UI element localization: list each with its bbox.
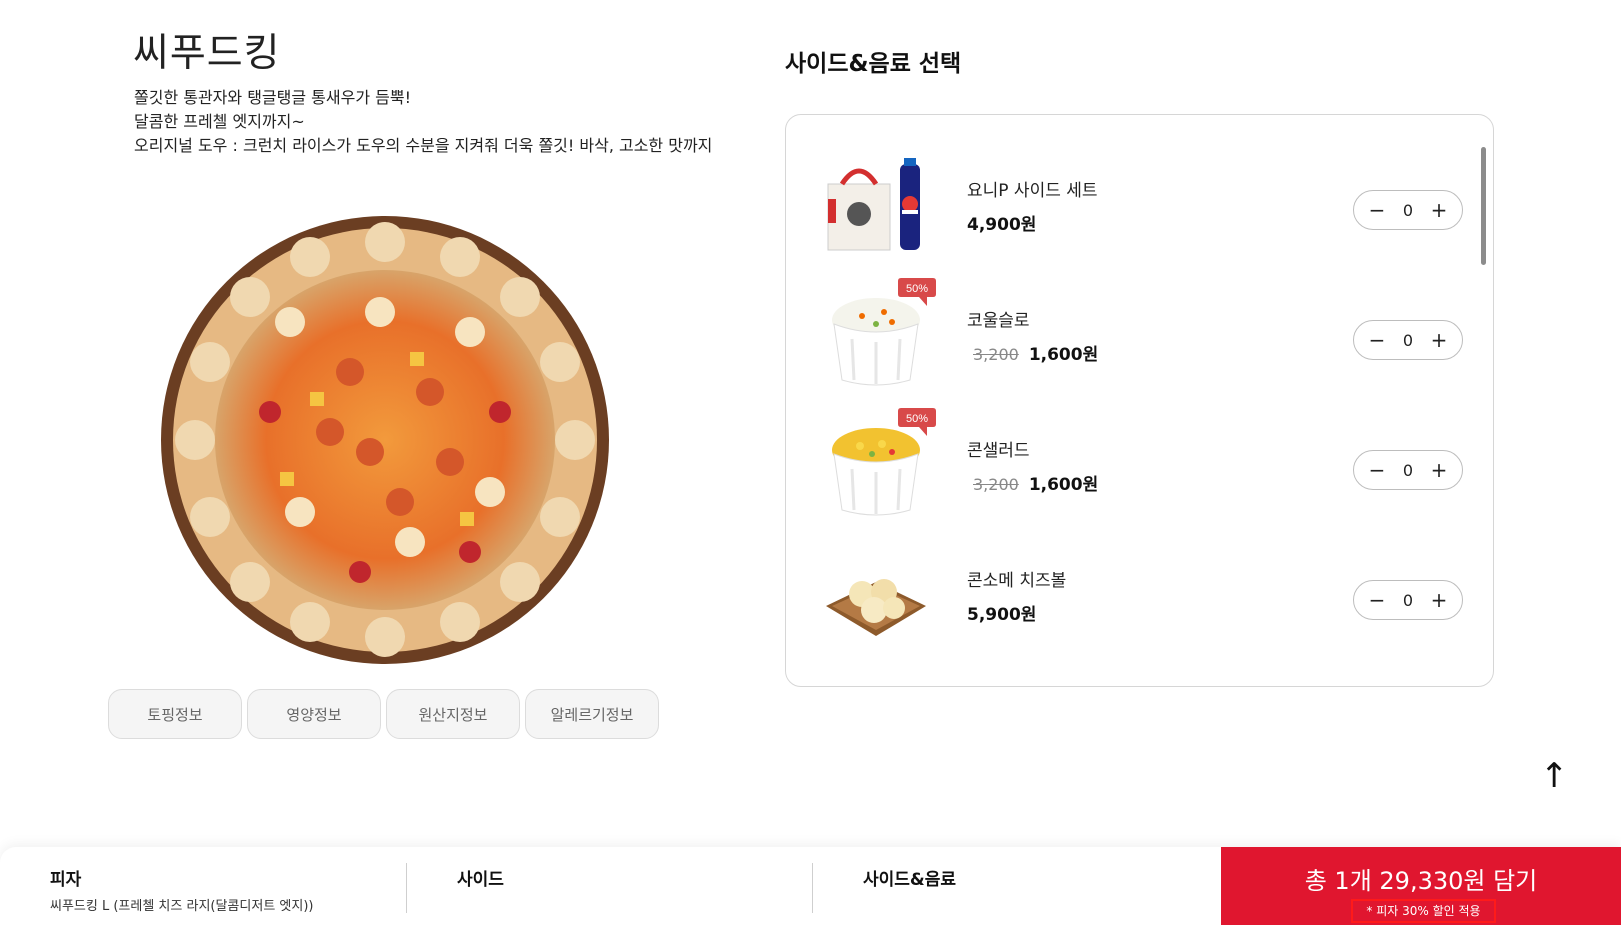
- side-item: 콘소메 치즈볼 5,900원 − 0 +: [786, 544, 1493, 654]
- cart-total-label: 총 1개 29,330원 담기: [1304, 867, 1538, 895]
- discount-badge-text: 50%: [906, 413, 928, 425]
- origin-info-button[interactable]: 원산지정보: [386, 689, 520, 739]
- topping-info-button[interactable]: 토핑정보: [108, 689, 242, 739]
- side-item-name: 코울슬로: [967, 311, 1030, 331]
- side-item-price-row: 4,900원: [967, 210, 1036, 235]
- pizza-description-line: 달콤한 프레첼 엣지까지~: [134, 112, 305, 131]
- quantity-stepper: − 0 +: [1353, 190, 1463, 230]
- side-item-price-row: 3,200 1,600원: [967, 470, 1098, 495]
- plus-button[interactable]: +: [1430, 590, 1448, 610]
- side-section-title: 사이드&음료 선택: [785, 51, 962, 77]
- discount-badge-icon: 50%: [898, 278, 936, 306]
- scroll-to-top-arrow-icon[interactable]: ↑: [1540, 756, 1569, 796]
- quantity-stepper: − 0 +: [1353, 450, 1463, 490]
- pizza-description-line: 오리지널 도우 : 크런치 라이스가 도우의 수분을 지켜줘 더욱 쫄깃! 바삭…: [134, 136, 713, 155]
- summary-divider: [406, 863, 407, 913]
- summary-side-label: 사이드: [457, 870, 504, 890]
- pizza-image: [161, 216, 609, 664]
- plus-button[interactable]: +: [1430, 330, 1448, 350]
- minus-button[interactable]: −: [1368, 460, 1386, 480]
- side-item: 50% 콘샐러드 3,200 1,600원 − 0 +: [786, 408, 1493, 524]
- side-item-price: 4,900원: [967, 215, 1037, 235]
- side-item-name: 요니P 사이드 세트: [967, 181, 1098, 201]
- summary-pizza-value: 씨푸드킹 L (프레첼 치즈 라지(달콤디저트 엣지)): [50, 899, 314, 914]
- discount-badge-text: 50%: [906, 283, 928, 295]
- bag-and-cola-image: [827, 158, 920, 251]
- plus-button[interactable]: +: [1430, 460, 1448, 480]
- quantity-value: 0: [1402, 200, 1414, 220]
- plus-button[interactable]: +: [1430, 200, 1448, 220]
- quantity-stepper: − 0 +: [1353, 320, 1463, 360]
- summary-divider: [812, 863, 813, 913]
- add-to-cart-button[interactable]: 총 1개 29,330원 담기 * 피자 30% 할인 적용: [1221, 847, 1621, 925]
- pizza-info-tabs: 토핑정보 영양정보 원산지정보 알레르기정보: [108, 689, 659, 739]
- minus-button[interactable]: −: [1368, 330, 1386, 350]
- summary-drink-label: 사이드&음료: [863, 870, 957, 890]
- cheese-ball-tray-image: [826, 579, 926, 636]
- minus-button[interactable]: −: [1368, 590, 1386, 610]
- discount-note: * 피자 30% 할인 적용: [1351, 899, 1496, 923]
- quantity-value: 0: [1402, 460, 1414, 480]
- nutrition-info-button[interactable]: 영양정보: [247, 689, 381, 739]
- side-item-price-row: 5,900원: [967, 600, 1036, 625]
- minus-button[interactable]: −: [1368, 200, 1386, 220]
- side-item-price-row: 3,200 1,600원: [967, 340, 1098, 365]
- side-item-price: 1,600원: [1028, 345, 1099, 365]
- discount-badge-icon: 50%: [898, 408, 936, 436]
- side-item-price: 5,900원: [967, 605, 1037, 625]
- side-item-list: 요니P 사이드 세트 4,900원 − 0 + 50% 코울슬로 3,200 1…: [785, 114, 1494, 687]
- allergy-info-button[interactable]: 알레르기정보: [525, 689, 659, 739]
- side-item-name: 콘샐러드: [967, 441, 1030, 461]
- pizza-description-line: 쫄깃한 통관자와 탱글탱글 통새우가 듬뿍!: [134, 88, 411, 107]
- side-item-original-price: 3,200: [973, 345, 1019, 364]
- quantity-value: 0: [1402, 590, 1414, 610]
- pizza-title: 씨푸드킹: [133, 31, 281, 76]
- pizza-description: 쫄깃한 통관자와 탱글탱글 통새우가 듬뿍! 달콤한 프레첼 엣지까지~ 오리지…: [134, 86, 714, 158]
- side-item-price: 1,600원: [1028, 475, 1099, 495]
- side-item-name: 콘소메 치즈볼: [967, 571, 1067, 591]
- side-item-original-price: 3,200: [973, 475, 1019, 494]
- quantity-value: 0: [1402, 330, 1414, 350]
- summary-pizza-label: 피자: [50, 870, 82, 890]
- side-item: 요니P 사이드 세트 4,900원 − 0 +: [786, 154, 1493, 264]
- quantity-stepper: − 0 +: [1353, 580, 1463, 620]
- side-item: 50% 코울슬로 3,200 1,600원 − 0 +: [786, 278, 1493, 394]
